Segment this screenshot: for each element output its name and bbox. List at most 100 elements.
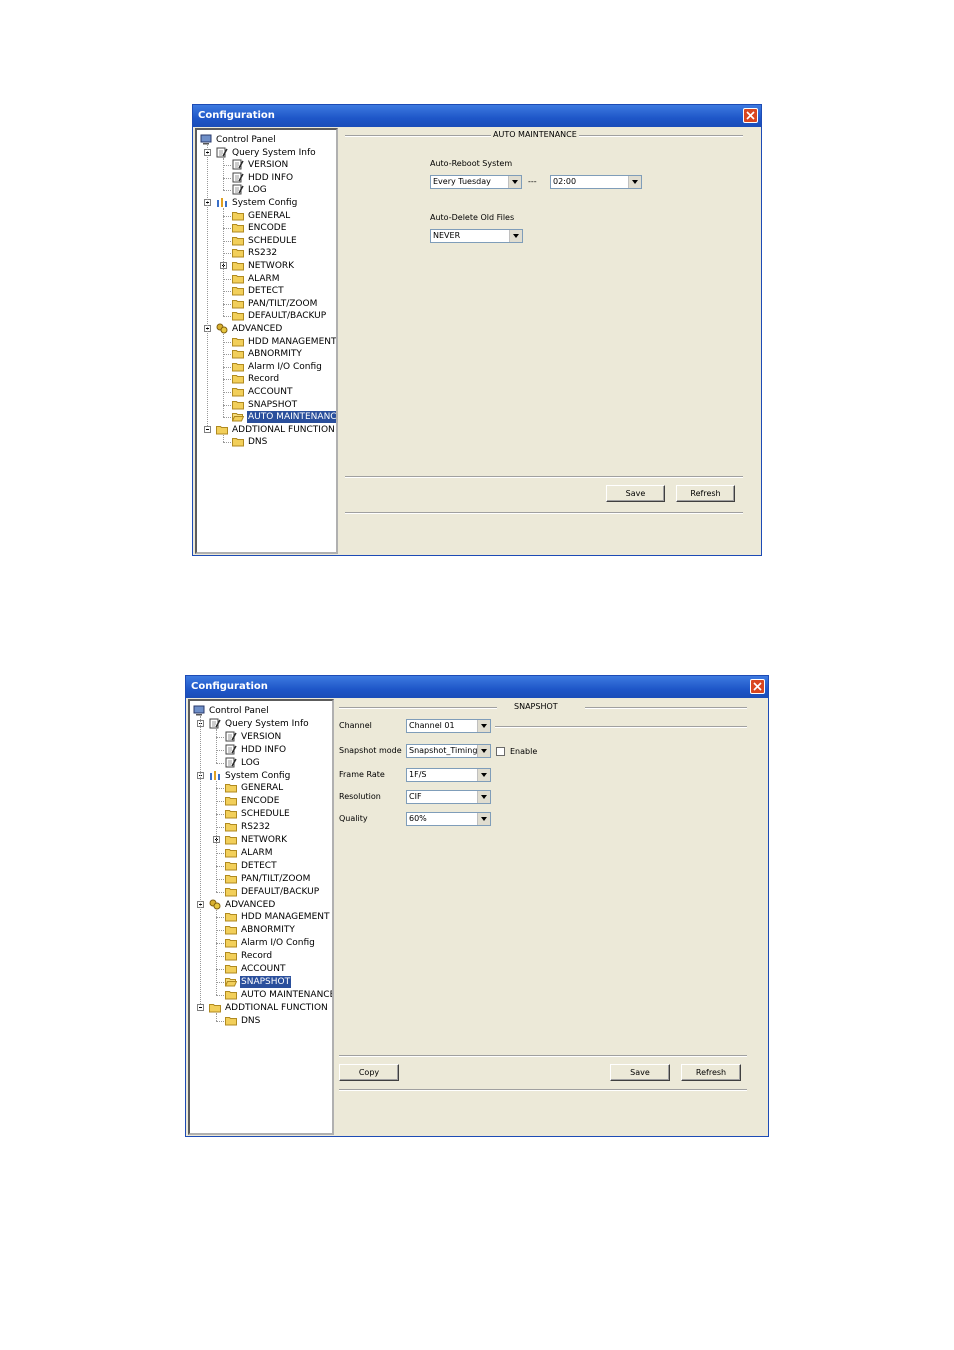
edit-icon <box>232 159 244 170</box>
tree-item-label: RS232 <box>248 248 278 259</box>
tree-item-label: SCHEDULE <box>241 809 290 820</box>
edit-icon <box>209 718 221 729</box>
edit-icon <box>216 147 228 158</box>
tree-item-label: ENCODE <box>248 223 287 234</box>
frame-rate-value: 1F/S <box>409 770 427 779</box>
folder-icon <box>225 834 237 845</box>
tree-item-label: DEFAULT/BACKUP <box>241 886 320 897</box>
folder-icon <box>232 436 244 447</box>
auto-delete-label: Auto-Delete Old Files <box>430 213 515 222</box>
folder-icon <box>225 950 237 961</box>
tree-item-label: System Config <box>232 198 298 208</box>
tree-item-label: ADVANCED <box>232 324 283 334</box>
frame-rate-select[interactable]: 1F/S <box>406 768 491 782</box>
folder-icon <box>225 1015 237 1026</box>
settings-panel: AUTO MAINTENANCE Auto-Reboot System Ever… <box>339 128 760 554</box>
separator-dash: --- <box>528 177 537 186</box>
tree-item-label: HDD MANAGEMENT <box>248 336 337 347</box>
advanced-icon <box>216 323 228 334</box>
tree-item-label: GENERAL <box>248 210 291 221</box>
folder-icon <box>232 386 244 397</box>
folder-open-icon <box>231 411 245 422</box>
edit-icon <box>232 172 244 183</box>
folder-icon <box>232 336 244 347</box>
edit-icon <box>225 757 237 768</box>
folder-icon <box>232 273 244 284</box>
enable-label: Enable <box>510 747 538 756</box>
tree-item-label: VERSION <box>241 731 282 742</box>
configuration-window-auto-maintenance: Configuration Control Panel Query System … <box>192 104 762 556</box>
auto-delete-select[interactable]: NEVER <box>430 229 523 243</box>
folder-icon <box>225 847 237 858</box>
navigation-tree[interactable]: Control Panel Query System Info VERSION HDD… <box>188 699 334 1135</box>
folder-icon <box>225 808 237 819</box>
reboot-time-select[interactable]: 02:00 <box>550 175 642 189</box>
edit-icon <box>225 744 237 755</box>
tree-item-label: AUTO MAINTENANCE <box>247 411 336 424</box>
resolution-value: CIF <box>409 792 422 801</box>
collapse-icon[interactable] <box>197 1003 204 1011</box>
tree-item-label: HDD INFO <box>241 744 287 755</box>
edit-icon <box>232 184 244 195</box>
tree-item-label: Control Panel <box>216 135 276 145</box>
tree-item-label: DNS <box>241 1015 261 1026</box>
quality-value: 60% <box>409 814 427 823</box>
section-title: AUTO MAINTENANCE <box>491 130 579 140</box>
resolution-label: Resolution <box>339 792 381 801</box>
auto-delete-value: NEVER <box>433 231 461 240</box>
folder-icon <box>232 310 244 321</box>
folder-icon <box>209 1002 221 1013</box>
channel-select[interactable]: Channel 01 <box>406 719 491 733</box>
tree-item-label: DEFAULT/BACKUP <box>248 311 327 322</box>
tree-item-label: ACCOUNT <box>248 387 293 397</box>
tree-item-label: Control Panel <box>209 706 269 716</box>
folder-icon <box>232 285 244 296</box>
folder-icon <box>232 260 244 271</box>
tree-item-label: SNAPSHOT <box>240 975 292 988</box>
monitor-icon <box>200 134 212 145</box>
refresh-button[interactable]: Refresh <box>676 485 735 502</box>
save-button[interactable]: Save <box>606 485 665 502</box>
folder-icon <box>232 361 244 372</box>
navigation-tree[interactable]: Control Panel Query System Info VERSION HDD… <box>195 128 338 554</box>
tree-item-label: AUTO MAINTENANCE <box>241 989 334 1000</box>
tree-item-label: ALARM <box>241 847 273 858</box>
quality-select[interactable]: 60% <box>406 812 491 826</box>
folder-icon <box>232 222 244 233</box>
close-button[interactable] <box>743 108 758 123</box>
tree-item-label: Record <box>248 374 280 385</box>
enable-checkbox[interactable] <box>496 747 505 756</box>
folder-icon <box>225 821 237 832</box>
chevron-down-icon <box>477 769 490 781</box>
folder-icon <box>225 795 237 806</box>
close-icon <box>746 111 755 120</box>
folder-icon <box>225 782 237 793</box>
close-button[interactable] <box>750 679 765 694</box>
tree-item-label: LOG <box>241 757 260 768</box>
chevron-down-icon <box>477 791 490 803</box>
folder-icon <box>232 348 244 359</box>
tree-item-label: VERSION <box>248 160 289 171</box>
reboot-time-value: 02:00 <box>553 177 577 186</box>
collapse-icon[interactable] <box>204 425 211 433</box>
save-button[interactable]: Save <box>610 1064 670 1081</box>
tree-item-label: HDD INFO <box>248 172 294 183</box>
channel-value: Channel 01 <box>409 721 455 730</box>
folder-icon <box>232 298 244 309</box>
reboot-day-select[interactable]: Every Tuesday <box>430 175 522 189</box>
folder-icon <box>216 424 228 435</box>
copy-button[interactable]: Copy <box>339 1064 399 1081</box>
folder-icon <box>225 873 237 884</box>
folder-icon <box>232 235 244 246</box>
refresh-button[interactable]: Refresh <box>681 1064 741 1081</box>
tree-item-label: DETECT <box>241 860 277 871</box>
edit-icon <box>225 731 237 742</box>
config-icon <box>216 197 228 208</box>
resolution-select[interactable]: CIF <box>406 790 491 804</box>
chevron-down-icon <box>477 813 490 825</box>
snapshot-mode-select[interactable]: Snapshot_Timing <box>406 744 491 758</box>
snapshot-mode-label: Snapshot mode <box>339 746 402 755</box>
channel-label: Channel <box>339 721 372 730</box>
chevron-down-icon <box>477 720 490 732</box>
folder-icon <box>225 911 237 922</box>
